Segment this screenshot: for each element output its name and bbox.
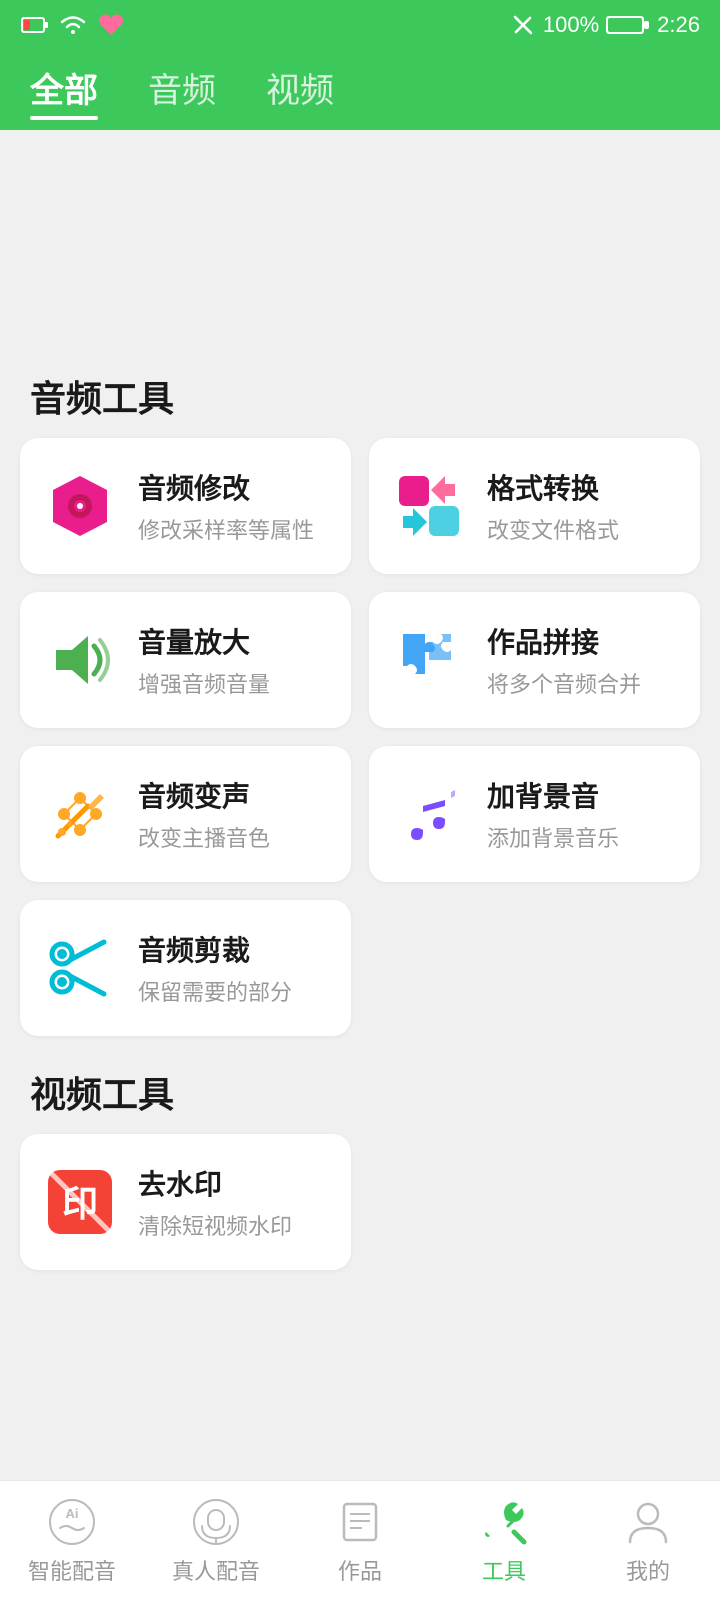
tool-audio-cut[interactable]: 音频剪裁 保留需要的部分 [20,900,351,1036]
mute-icon [509,11,537,39]
health-icon [96,10,126,40]
tool-audio-edit[interactable]: 音频修改 修改采样率等属性 [20,438,351,574]
bg-music-text: 加背景音 添加背景音乐 [487,775,619,853]
audio-cut-icon [40,928,120,1008]
nav-profile-label: 我的 [626,1554,670,1586]
audio-edit-icon [40,466,120,546]
audio-tools-grid: 音频修改 修改采样率等属性 格式转换 改变文件格式 [20,438,700,1036]
ai-dubbing-icon: Ai [46,1496,98,1548]
tab-header: 全部 音频 视频 [0,50,720,130]
puzzle-name: 作品拼接 [487,621,641,661]
bg-music-desc: 添加背景音乐 [487,821,619,853]
status-left-icons [20,10,126,40]
svg-text:Ai: Ai [66,1506,79,1521]
voice-change-icon [40,774,120,854]
tab-audio[interactable]: 音频 [148,63,216,120]
nav-tools[interactable]: 工具 [432,1481,576,1600]
audio-cut-name: 音频剪裁 [138,929,292,969]
volume-up-text: 音量放大 增强音频音量 [138,621,270,699]
audio-edit-desc: 修改采样率等属性 [138,513,314,545]
bottom-spacer [20,1280,700,1420]
nav-tools-label: 工具 [482,1554,526,1586]
empty-area [20,130,700,350]
bg-music-icon [389,774,469,854]
wifi-icon [58,10,88,40]
battery-full-icon [605,13,651,37]
nav-human-dubbing-label: 真人配音 [172,1554,260,1586]
audio-cut-desc: 保留需要的部分 [138,975,292,1007]
voice-change-desc: 改变主播音色 [138,821,270,853]
puzzle-icon [389,620,469,700]
format-convert-name: 格式转换 [487,467,619,507]
tool-puzzle[interactable]: 作品拼接 将多个音频合并 [369,592,700,728]
nav-works[interactable]: 作品 [288,1481,432,1600]
voice-change-text: 音频变声 改变主播音色 [138,775,270,853]
audio-cut-text: 音频剪裁 保留需要的部分 [138,929,292,1007]
watermark-remove-text: 去水印 清除短视频水印 [138,1163,292,1241]
watermark-remove-icon: 印 [40,1162,120,1242]
audio-edit-name: 音频修改 [138,467,314,507]
nav-works-label: 作品 [338,1554,382,1586]
puzzle-desc: 将多个音频合并 [487,667,641,699]
battery-percentage: 100% [543,12,599,38]
puzzle-text: 作品拼接 将多个音频合并 [487,621,641,699]
watermark-remove-desc: 清除短视频水印 [138,1209,292,1241]
watermark-remove-name: 去水印 [138,1163,292,1203]
nav-ai-dubbing-label: 智能配音 [28,1554,116,1586]
audio-edit-text: 音频修改 修改采样率等属性 [138,467,314,545]
nav-profile[interactable]: 我的 [576,1481,720,1600]
tool-bg-music[interactable]: 加背景音 添加背景音乐 [369,746,700,882]
main-content: 音频工具 音频修改 修改采样率等属性 [0,130,720,1420]
works-icon [334,1496,386,1548]
volume-up-name: 音量放大 [138,621,270,661]
tool-format-convert[interactable]: 格式转换 改变文件格式 [369,438,700,574]
tool-watermark-remove[interactable]: 印 去水印 清除短视频水印 [20,1134,351,1270]
volume-up-desc: 增强音频音量 [138,667,270,699]
tab-all[interactable]: 全部 [30,63,98,120]
time: 2:26 [657,12,700,38]
tab-video[interactable]: 视频 [266,63,334,120]
human-dubbing-icon [190,1496,242,1548]
tools-icon [478,1496,530,1548]
volume-up-icon [40,620,120,700]
nav-human-dubbing[interactable]: 真人配音 [144,1481,288,1600]
bottom-nav: Ai 智能配音 真人配音 作品 [0,1480,720,1600]
audio-section-title: 音频工具 [20,350,700,438]
format-convert-text: 格式转换 改变文件格式 [487,467,619,545]
battery-low-icon [20,10,50,40]
tool-voice-change[interactable]: 音频变声 改变主播音色 [20,746,351,882]
bg-music-name: 加背景音 [487,775,619,815]
status-bar: 100% 2:26 [0,0,720,50]
video-tools-grid: 印 去水印 清除短视频水印 [20,1134,700,1270]
tool-volume-up[interactable]: 音量放大 增强音频音量 [20,592,351,728]
nav-ai-dubbing[interactable]: Ai 智能配音 [0,1481,144,1600]
voice-change-name: 音频变声 [138,775,270,815]
profile-icon [622,1496,674,1548]
format-convert-icon [389,466,469,546]
format-convert-desc: 改变文件格式 [487,513,619,545]
status-right-info: 100% 2:26 [509,11,700,39]
video-section-title: 视频工具 [20,1046,700,1134]
